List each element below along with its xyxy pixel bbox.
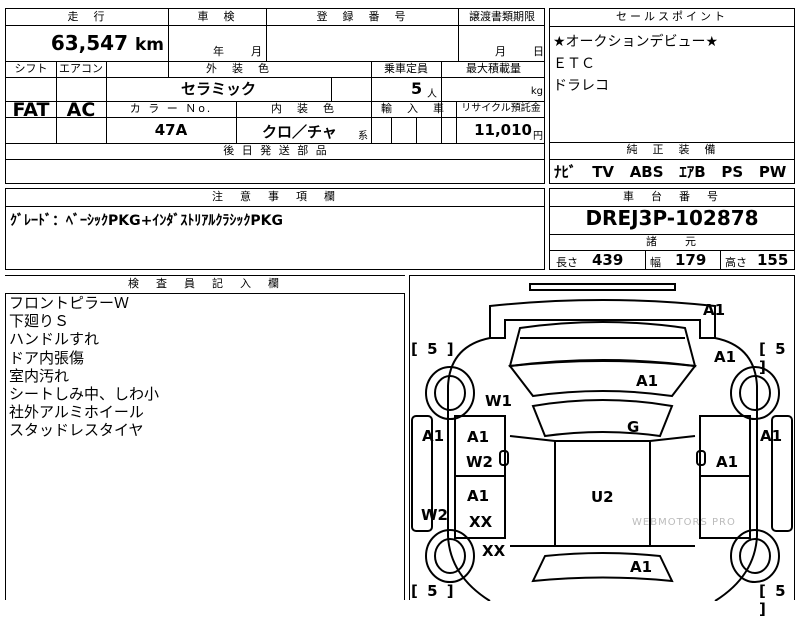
inspector-line: スタッドレスタイヤ bbox=[9, 421, 144, 440]
selling-points-panel: セールスポイント ★オークションデビュー★ ＥＴＣ ドラレコ 純 正 装 備 ﾅ… bbox=[549, 8, 795, 184]
watermark: WEBMOTORS PRO bbox=[632, 517, 736, 528]
mark-hood: A1 bbox=[636, 372, 659, 390]
mark-right-front-door: A1 bbox=[716, 453, 739, 471]
mark-left-rear-door-b: XX bbox=[469, 513, 493, 531]
mark-left-rear-door-a: A1 bbox=[467, 487, 490, 505]
chassis-label: 車 台 番 号 bbox=[550, 189, 794, 207]
equipment-item: PS bbox=[721, 163, 744, 181]
mark-roof: U2 bbox=[591, 488, 614, 506]
tire-depth-front-right: [ 5 ] bbox=[759, 340, 788, 376]
chassis-number: DREJ3P-102878 bbox=[585, 206, 759, 230]
mark-left-front-door-a: A1 bbox=[467, 428, 490, 446]
notes-panel: 注 意 事 項 欄 ｸﾞﾚｰﾄﾞ：ﾍﾞｰｼｯｸPKG+ｲﾝﾀﾞｽﾄﾘｱﾙｸﾗｼｯ… bbox=[5, 188, 545, 270]
right-rear-door bbox=[699, 475, 751, 539]
exterior-color-value: セラミック bbox=[180, 80, 256, 98]
tire-depth-rear-left: [ 5 ] bbox=[411, 582, 456, 600]
specs-label: 諸 元 bbox=[646, 235, 698, 248]
mark-left-front-door-b: W2 bbox=[466, 453, 493, 471]
mark-left-front-fender: W1 bbox=[485, 392, 512, 410]
registration-label: 登 録 番 号 bbox=[316, 10, 408, 23]
car-diagram-panel: A1 A1 A1 W1 G A1 W2 A1 A1 A1 A1 XX U2 W2… bbox=[409, 275, 795, 618]
capacity-value: 5 人 bbox=[411, 79, 437, 100]
standard-equipment-list: ﾅﾋﾞ TV ABS ｴｱB PS PW bbox=[554, 161, 786, 182]
tire-rear-left bbox=[425, 529, 475, 583]
mark-left-side-far: A1 bbox=[422, 427, 445, 445]
capacity-label: 乗車定員 bbox=[384, 62, 428, 75]
spec-width: 179 bbox=[675, 251, 707, 269]
transfer-value: 月 日 bbox=[495, 45, 544, 58]
mark-right-front-fender: A1 bbox=[714, 348, 737, 366]
mark-right-side-far: A1 bbox=[760, 427, 783, 445]
inspector-label: 検 査 員 記 入 欄 bbox=[5, 276, 405, 294]
mileage-label: 走 行 bbox=[67, 10, 107, 23]
inspector-line: 社外アルミホイール bbox=[9, 403, 144, 422]
front-bumper-outline bbox=[489, 299, 716, 339]
tire-rear-right bbox=[730, 529, 780, 583]
inspector-lines: フロントピラーＷ 下廻りＳ ハンドルすれ ドア内張傷 室内汚れ シートしみ中、し… bbox=[9, 294, 159, 440]
interior-value: クロ／チャ 系 bbox=[262, 123, 368, 142]
color-no-label: カ ラ ー Ｎo. bbox=[129, 102, 213, 115]
inspection-value: 年 月 bbox=[213, 45, 262, 58]
shift-label: シフト bbox=[14, 62, 48, 75]
equipment-item: TV bbox=[592, 163, 615, 181]
mileage-value: 63,547 km bbox=[6, 26, 168, 61]
inspector-line: フロントピラーＷ bbox=[9, 294, 130, 312]
notes-text: ｸﾞﾚｰﾄﾞ：ﾍﾞｰｼｯｸPKG+ｲﾝﾀﾞｽﾄﾘｱﾙｸﾗｼｯｸPKG bbox=[10, 213, 283, 229]
import-label: 輸 入 車 bbox=[381, 102, 446, 115]
equipment-item: PW bbox=[758, 163, 787, 181]
body-outline bbox=[447, 337, 758, 601]
recycle-label: リサイクル預託金 bbox=[461, 103, 541, 114]
mileage-number: 63,547 bbox=[50, 31, 128, 55]
transfer-label: 譲渡書類期限 bbox=[469, 10, 535, 23]
recycle-value: 11,010 円 bbox=[474, 121, 543, 142]
hood-shape bbox=[508, 321, 697, 368]
inspector-line: シートしみ中、しわ小 bbox=[9, 385, 160, 404]
later-parts-label: 後 日 発 送 部 品 bbox=[223, 144, 329, 157]
spec-height: 155 bbox=[757, 251, 789, 269]
specs-row: 長さ 439 幅 179 高さ 155 bbox=[556, 251, 789, 270]
windshield-shape bbox=[508, 360, 697, 398]
selling-point-3: ドラレコ bbox=[553, 78, 609, 94]
mark-front-bumper: A1 bbox=[703, 301, 726, 319]
front-bumper-shape bbox=[529, 283, 676, 291]
inspector-line: 下廻りＳ bbox=[9, 312, 70, 331]
tire-depth-rear-right: [ 5 ] bbox=[759, 582, 788, 618]
inspector-panel: 検 査 員 記 入 欄 フロントピラーＷ 下廻りＳ ハンドルすれ ドア内張傷 室… bbox=[5, 275, 405, 600]
mark-trunk: A1 bbox=[630, 558, 653, 576]
selling-point-1: ★オークションデビュー★ bbox=[553, 34, 719, 50]
equipment-item: ABS bbox=[629, 163, 664, 181]
selling-point-2: ＥＴＣ bbox=[553, 56, 595, 72]
color-no-value: 47A bbox=[154, 121, 188, 139]
mark-left-rear-fender: XX bbox=[482, 542, 506, 560]
aircon-value: AC bbox=[66, 99, 96, 121]
equipment-item: ｴｱB bbox=[679, 163, 706, 181]
shift-value: FAT bbox=[12, 99, 50, 121]
inspection-label: 車 検 bbox=[197, 10, 237, 23]
max-load-value: kg bbox=[530, 86, 543, 97]
mileage-unit: km bbox=[134, 35, 164, 55]
exterior-color-label: 外 装 色 bbox=[206, 62, 271, 75]
inspector-line: 室内汚れ bbox=[9, 366, 70, 385]
tire-depth-front-left: [ 5 ] bbox=[411, 340, 456, 358]
interior-label: 内 装 色 bbox=[271, 102, 336, 115]
notes-label: 注 意 事 項 欄 bbox=[6, 189, 544, 207]
equipment-item: ﾅﾋﾞ bbox=[554, 163, 577, 181]
mark-left-rocker: W2 bbox=[421, 506, 448, 524]
max-load-label: 最大積載量 bbox=[466, 62, 521, 75]
spec-length: 439 bbox=[592, 251, 624, 269]
standard-equipment-label: 純 正 装 備 bbox=[626, 143, 718, 156]
inspector-line: ハンドルすれ bbox=[9, 330, 100, 349]
inspector-line: ドア内張傷 bbox=[9, 348, 85, 367]
vehicle-info-table: 走 行 63,547 km 車 検 年 月 登 録 番 号 譲渡書類期限 月 日… bbox=[5, 8, 545, 184]
mark-windshield: G bbox=[627, 418, 640, 436]
chassis-panel: 車 台 番 号 DREJ3P-102878 諸 元 長さ 439 幅 179 高… bbox=[549, 188, 795, 270]
selling-points-label: セールスポイント bbox=[550, 9, 794, 27]
aircon-label: エアコン bbox=[59, 62, 103, 75]
